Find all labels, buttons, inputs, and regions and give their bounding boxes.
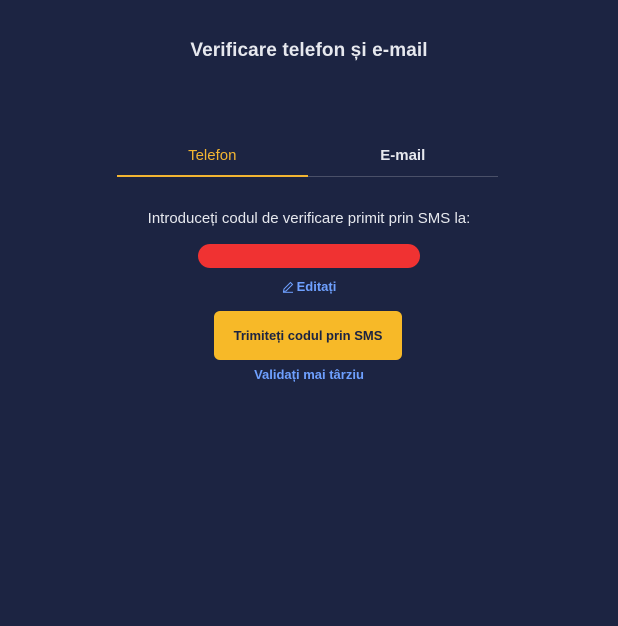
pencil-icon: [282, 281, 293, 293]
edit-phone-link[interactable]: Editați: [0, 279, 618, 294]
instruction-text: Introduceți codul de verificare primit p…: [147, 210, 471, 227]
page-title: Verificare telefon și e-mail: [190, 40, 428, 61]
tab-phone[interactable]: Telefon: [117, 140, 308, 177]
edit-link-label: Editați: [296, 279, 337, 294]
redacted-phone-number: [198, 244, 420, 268]
validate-later-link[interactable]: Validați mai târziu: [0, 367, 618, 382]
verification-page: Verificare telefon și e-mail Telefon E-m…: [0, 0, 618, 626]
verification-tabs: Telefon E-mail: [117, 140, 498, 177]
send-sms-code-button[interactable]: Trimiteți codul prin SMS: [214, 311, 402, 360]
tab-email[interactable]: E-mail: [308, 140, 499, 176]
